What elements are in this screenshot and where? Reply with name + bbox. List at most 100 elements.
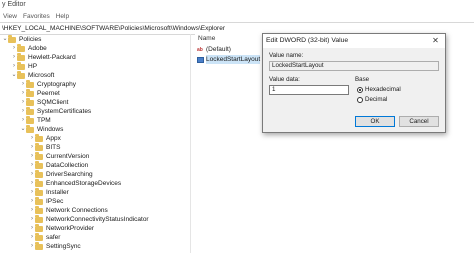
folder-icon	[35, 170, 43, 178]
folder-icon	[35, 197, 43, 205]
tree-item-label: Microsoft	[28, 72, 55, 79]
tree-item-label: safer	[46, 234, 61, 241]
folder-icon	[26, 107, 34, 115]
tree-item-label: SQMClient	[37, 99, 69, 106]
string-value-icon: ab	[197, 46, 203, 53]
value-name: (Default)	[206, 46, 231, 53]
radio-decimal[interactable]: Decimal	[357, 96, 387, 104]
folder-icon	[35, 233, 43, 241]
tree-item[interactable]: › Peernet	[20, 89, 60, 98]
folder-icon	[35, 224, 43, 232]
tree-item-label: NetworkConnectivityStatusIndicator	[46, 216, 149, 223]
tree-item-label: Installer	[46, 189, 69, 196]
tree-item-label: Hewlett-Packard	[28, 54, 76, 61]
tree-item[interactable]: › safer	[29, 233, 60, 242]
tree-item-label: HP	[28, 63, 38, 70]
ok-button[interactable]: OK	[355, 116, 395, 127]
tree-item[interactable]: › BITS	[29, 143, 60, 152]
base-group: Base Hexadecimal Decimal	[355, 74, 439, 114]
menu-bar: View Favorites Help	[0, 12, 474, 22]
value-data-label: Value data:	[269, 76, 300, 83]
folder-icon	[26, 98, 34, 106]
tree-item[interactable]: › DataCollection	[29, 161, 88, 170]
tree-item-label: Cryptography	[37, 81, 77, 88]
tree-item-label: EnhancedStorageDevices	[46, 180, 122, 187]
tree-item[interactable]: ⌄ Windows	[20, 125, 63, 134]
folder-icon	[8, 35, 16, 43]
folder-icon	[35, 134, 43, 142]
value-name-field: LockedStartLayout	[269, 61, 439, 71]
tree-item[interactable]: › HP	[11, 62, 37, 71]
tree-item-label: DriverSearching	[46, 171, 93, 178]
tree-item[interactable]: › EnhancedStorageDevices	[29, 179, 121, 188]
tree-item[interactable]: ⌄ Policies	[2, 35, 41, 44]
radio-decimal-label: Decimal	[365, 96, 388, 103]
column-header-name[interactable]: Name	[195, 34, 215, 43]
tree-item-label: SettingSync	[46, 243, 81, 250]
folder-icon	[35, 179, 43, 187]
cancel-button[interactable]: Cancel	[399, 116, 439, 127]
dword-value-icon	[197, 56, 204, 63]
tree-item-label: SystemCertificates	[37, 108, 92, 115]
tree-item[interactable]: › Network Connections	[29, 206, 108, 215]
folder-icon	[26, 80, 34, 88]
tree-item-label: BITS	[46, 144, 61, 151]
tree-item-label: Appx	[46, 135, 61, 142]
tree-item[interactable]: › Hewlett-Packard	[11, 53, 76, 62]
folder-icon	[35, 215, 43, 223]
tree-item[interactable]: › Adobe	[11, 44, 47, 53]
tree-item[interactable]: › Appx	[29, 134, 61, 143]
folder-icon	[35, 152, 43, 160]
folder-icon	[35, 188, 43, 196]
edit-dword-dialog: Edit DWORD (32-bit) Value ✕ Value name: …	[262, 33, 446, 133]
value-row-lockedstartlayout[interactable]: LockedStartLayout F	[197, 55, 266, 64]
tree-item-label: IPSec	[46, 198, 64, 205]
tree-item-label: TPM	[37, 117, 51, 124]
radio-hexadecimal[interactable]: Hexadecimal	[357, 86, 401, 94]
folder-icon	[17, 53, 25, 61]
value-name: LockedStartLayout	[206, 55, 261, 64]
tree-item-label: NetworkProvider	[46, 225, 95, 232]
menu-favorites[interactable]: Favorites	[20, 12, 53, 22]
menu-help[interactable]: Help	[53, 12, 72, 22]
tree-item[interactable]: › TPM	[20, 116, 51, 125]
tree-item-label: Adobe	[28, 45, 47, 52]
tree-item[interactable]: › IPSec	[29, 197, 63, 206]
base-label: Base	[355, 76, 370, 83]
folder-icon	[35, 143, 43, 151]
folder-icon	[17, 62, 25, 70]
tree-item[interactable]: › Cryptography	[20, 80, 76, 89]
folder-icon	[35, 161, 43, 169]
tree-item-label: Network Connections	[46, 207, 108, 214]
dialog-title: Edit DWORD (32-bit) Value	[263, 34, 445, 48]
folder-icon	[26, 125, 34, 133]
folder-icon	[26, 89, 34, 97]
tree-item-label: DataCollection	[46, 162, 89, 169]
tree-item[interactable]: › SystemCertificates	[20, 107, 91, 116]
tree-item-label: Policies	[19, 36, 42, 43]
window-title: y Editor	[0, 0, 474, 12]
value-data-input[interactable]: 1	[269, 85, 349, 95]
folder-icon	[17, 44, 25, 52]
value-name-label: Value name:	[269, 52, 304, 59]
radio-selected-icon	[357, 87, 363, 93]
menu-view[interactable]: View	[0, 12, 20, 22]
tree-item[interactable]: › NetworkProvider	[29, 224, 94, 233]
tree-item[interactable]: › CurrentVersion	[29, 152, 89, 161]
folder-icon	[17, 71, 25, 79]
registry-tree: ⌄ Policies › Adobe › Hewlett-Packard › HP ⌄ Micro…	[0, 34, 191, 253]
tree-item[interactable]: › NetworkConnectivityStatusIndicator	[29, 215, 149, 224]
tree-item[interactable]: › SettingSync	[29, 242, 81, 251]
radio-unselected-icon	[357, 97, 363, 103]
tree-item-label: CurrentVersion	[46, 153, 90, 160]
folder-icon	[35, 206, 43, 214]
tree-item[interactable]: › DriverSearching	[29, 170, 93, 179]
radio-hexadecimal-label: Hexadecimal	[365, 86, 401, 93]
value-row-default[interactable]: ab (Default)	[197, 45, 231, 54]
folder-icon	[26, 116, 34, 124]
tree-item[interactable]: › Installer	[29, 188, 69, 197]
tree-item[interactable]: ⌄ Microsoft	[11, 71, 54, 80]
tree-item-label: Peernet	[37, 90, 60, 97]
close-icon[interactable]: ✕	[431, 36, 440, 45]
tree-item[interactable]: › SQMClient	[20, 98, 68, 107]
